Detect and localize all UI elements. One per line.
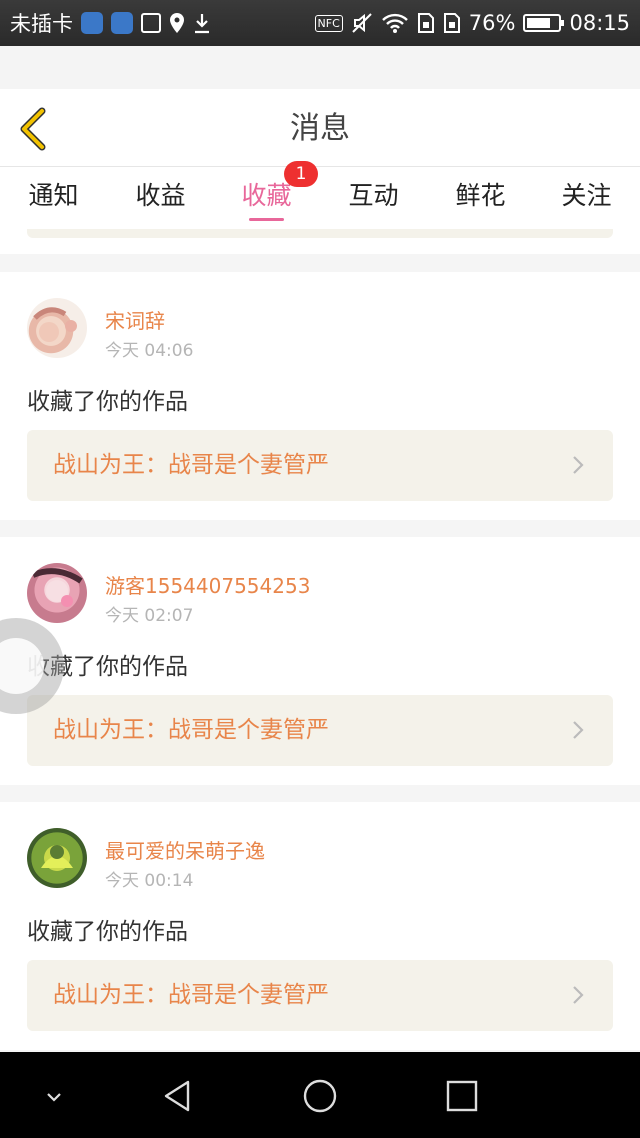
message-card: 宋词辞 今天 04:06 收藏了你的作品 战山为王：战哥是个妻管严 [0,272,640,520]
location-icon [169,12,185,34]
battery-icon [523,14,565,32]
image-icon [141,13,161,33]
app-header: 消息 [0,89,640,167]
work-title: 战山为王：战哥是个妻管严 [53,982,329,1008]
status-bar: 未插卡 NFC 76% 08:15 [0,0,640,46]
action-text: 收藏了你的作品 [27,389,188,415]
tab-favorites[interactable]: 收藏 1 [213,161,320,229]
baidu-icon [111,12,133,34]
username[interactable]: 宋词辞 [105,305,165,334]
work-title: 战山为王：战哥是个妻管严 [53,717,329,743]
avatar-image [41,845,73,868]
action-text: 收藏了你的作品 [27,919,188,945]
wifi-icon [381,12,409,34]
avatar[interactable] [27,563,87,623]
avatar-image [33,307,77,342]
work-link[interactable]: 战山为王：战哥是个妻管严 [27,430,613,501]
tab-label: 关注 [561,181,612,210]
home-circle-icon[interactable] [298,1074,342,1118]
tab-label: 互动 [348,181,399,210]
download-icon [193,12,211,34]
chevron-down-icon[interactable] [32,1074,76,1118]
tab-flowers[interactable]: 鲜花 [427,167,534,229]
recents-square-icon[interactable] [440,1074,484,1118]
system-nav-bar [0,1052,640,1138]
work-link[interactable]: 战山为王：战哥是个妻管严 [27,960,613,1031]
nfc-icon: NFC [314,14,343,32]
mute-icon [351,12,373,34]
clock: 08:15 [569,11,630,35]
tab-notification[interactable]: 通知 [0,167,107,229]
username[interactable]: 游客1554407554253 [105,570,310,599]
timestamp: 今天 04:06 [105,341,194,361]
message-card: 最可爱的呆萌子逸 今天 00:14 收藏了你的作品 战山为王：战哥是个妻管严 [0,802,640,1050]
tab-follow[interactable]: 关注 [533,167,640,229]
chevron-right-icon [573,456,584,474]
battery-percent: 76% [468,11,516,35]
top-spacer [0,46,640,89]
avatar-image [31,568,83,607]
timestamp: 今天 02:07 [105,606,194,626]
work-title: 战山为王：战哥是个妻管严 [53,452,329,478]
message-card: 游客1554407554253 今天 02:07 收藏了你的作品 战山为王：战哥… [0,537,640,785]
timestamp: 今天 00:14 [105,871,194,891]
work-link[interactable]: 战山为王：战哥是个妻管严 [27,695,613,766]
unread-badge: 1 [284,161,318,187]
username[interactable]: 最可爱的呆萌子逸 [105,835,265,864]
sim-icon [417,12,435,34]
tab-label: 通知 [28,181,79,210]
tab-bar: 通知 收益 收藏 1 互动 鲜花 关注 [0,161,640,229]
avatar[interactable] [27,298,87,358]
page-title: 消息 [290,111,350,146]
carrier-label: 未插卡 [10,12,73,36]
chevron-right-icon [573,986,584,1004]
chevron-right-icon [573,721,584,739]
tab-interaction[interactable]: 互动 [320,167,427,229]
tab-label: 鲜花 [455,181,506,210]
sim-icon [443,12,461,34]
active-tab-indicator [249,218,284,221]
back-triangle-icon[interactable] [156,1074,200,1118]
tab-label: 收益 [135,181,186,210]
baidu-icon [81,12,103,34]
tab-label: 收藏 [241,181,292,210]
floating-assist-core [0,638,44,694]
battery-fill [527,18,551,28]
previous-work-box-edge [27,229,613,238]
avatar[interactable] [27,828,87,888]
tab-earnings[interactable]: 收益 [107,167,214,229]
previous-card-edge [0,229,640,254]
